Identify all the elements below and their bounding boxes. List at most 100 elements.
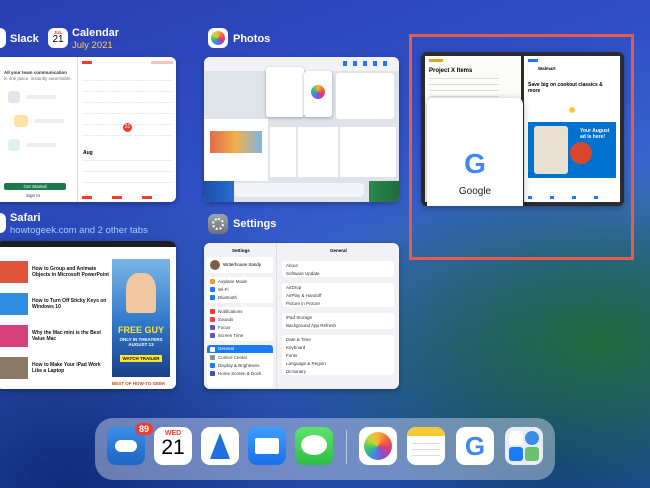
- article-row[interactable]: How to Make Your iPad Work Like a Laptop: [0, 357, 110, 379]
- poster-title: FREE GUY: [117, 325, 164, 335]
- general-item-storage[interactable]: iPad Storage: [286, 315, 312, 321]
- slack-sign-in-link[interactable]: Sign In: [26, 193, 40, 199]
- settings-item-bluetooth[interactable]: Bluetooth: [210, 295, 237, 301]
- settings-item-display[interactable]: Display & Brightness: [210, 363, 260, 369]
- selection-highlight: [409, 34, 634, 260]
- settings-sidebar-title: Settings: [232, 248, 250, 253]
- slack-title: Slack: [10, 33, 39, 45]
- general-item-airdrop[interactable]: AirDrop: [286, 285, 301, 291]
- poster-subtitle: ONLY IN THEATERS AUGUST 13: [119, 337, 163, 347]
- google-g-icon: G: [464, 431, 486, 461]
- photos-app-icon[interactable]: [208, 28, 228, 48]
- photos-window[interactable]: [204, 57, 399, 202]
- settings-detail: General About Software Update AirDrop Ai…: [278, 243, 399, 389]
- dock-notes-app[interactable]: [407, 427, 445, 465]
- mini-maps-icon: [525, 447, 539, 461]
- section-heading: BEST OF HOW-TO GEEK: [112, 381, 166, 386]
- safari-article-list: How to Group and Animate Objects in Micr…: [0, 255, 110, 385]
- safari-title: Safari: [10, 212, 41, 224]
- slack-app-icon[interactable]: [0, 28, 6, 48]
- general-item-software-update[interactable]: Software Update: [286, 271, 320, 277]
- settings-group-notify: Notifications Sounds Focus Screen Time: [207, 307, 273, 341]
- article-row[interactable]: How to Turn Off Sticky Keys on Windows 1…: [0, 293, 110, 315]
- photos-toolbar-icons: [343, 61, 393, 66]
- settings-window[interactable]: Settings Writerhouse Sandy Airplane Mode…: [204, 243, 399, 389]
- dock-divider: [346, 430, 347, 464]
- calendar-aug-label: Aug: [83, 150, 93, 156]
- general-item-about[interactable]: About: [286, 263, 298, 269]
- dock-weather-app[interactable]: 89: [107, 423, 154, 465]
- notes-icon: [407, 427, 445, 436]
- calendar-aug-grid: [82, 159, 172, 193]
- safari-app-icon[interactable]: [0, 213, 6, 233]
- article-row[interactable]: How to Group and Animate Objects in Micr…: [0, 261, 110, 283]
- general-item-date-time[interactable]: Date & Time: [286, 337, 311, 343]
- slack-get-started-button[interactable]: Get Started: [4, 183, 66, 190]
- settings-title: Settings: [233, 218, 277, 230]
- calendar-selected-day[interactable]: 21: [123, 123, 132, 132]
- slack-pane[interactable]: All your team communication in one place…: [0, 57, 76, 202]
- settings-app-icon[interactable]: [208, 214, 228, 234]
- settings-item-control-center[interactable]: Control Center: [210, 355, 247, 361]
- dock-messages-app[interactable]: [295, 427, 333, 465]
- dock-calendar-app[interactable]: WED 21: [154, 427, 192, 465]
- general-item-keyboard[interactable]: Keyboard: [286, 345, 305, 351]
- calendar-title: Calendar: [72, 27, 120, 39]
- dock-google-app[interactable]: G: [456, 427, 494, 465]
- mini-safari-icon: [525, 431, 539, 445]
- mini-mail-icon: [509, 447, 523, 461]
- chat-bubble-icon: [301, 435, 327, 455]
- settings-group-connect: Airplane Mode Wi-Fi Bluetooth: [207, 277, 273, 303]
- settings-group-general: General Control Center Display & Brightn…: [207, 345, 273, 387]
- photos-mini-dock: [234, 183, 364, 197]
- envelope-icon: [255, 438, 279, 454]
- free-guy-ad[interactable]: FREE GUY ONLY IN THEATERS AUGUST 13 WATC…: [112, 259, 170, 377]
- settings-item-sounds[interactable]: Sounds: [210, 317, 233, 323]
- calendar-subtitle: July 2021: [72, 40, 113, 51]
- settings-profile[interactable]: Writerhouse Sandy: [207, 257, 273, 273]
- dock-calendar-date: 21: [161, 436, 185, 459]
- settings-item-wifi[interactable]: Wi-Fi: [210, 287, 229, 293]
- slack-headline: All your team communication: [4, 70, 68, 75]
- slack-illustration: [8, 89, 68, 169]
- dock: 89 WED 21 G: [95, 418, 555, 480]
- safari-window[interactable]: How to Group and Animate Objects in Micr…: [0, 241, 176, 389]
- settings-user-name: Writerhouse Sandy: [223, 262, 262, 267]
- general-item-fonts[interactable]: Fonts: [286, 353, 297, 359]
- weather-cloud-icon: [115, 440, 137, 452]
- settings-item-screen-time[interactable]: Screen Time: [210, 333, 243, 339]
- settings-sidebar: Settings Writerhouse Sandy Airplane Mode…: [204, 243, 277, 389]
- general-item-dictionary[interactable]: Dictionary: [286, 369, 306, 375]
- settings-item-focus[interactable]: Focus: [210, 325, 230, 331]
- settings-item-notifications[interactable]: Notifications: [210, 309, 243, 315]
- avatar: [210, 260, 220, 270]
- dock-mail-app[interactable]: [248, 427, 286, 465]
- safari-subtitle: howtogeek.com and 2 other tabs: [10, 225, 148, 236]
- general-item-background-refresh[interactable]: Background App Refresh: [286, 323, 336, 329]
- photos-flower-icon: [364, 432, 392, 460]
- calendar-month-grid: [82, 71, 172, 146]
- mini-calendar-icon: [509, 431, 523, 445]
- settings-item-home-screen[interactable]: Home Screen & Dock: [210, 371, 261, 377]
- calendar-pane[interactable]: 21 Aug: [77, 57, 176, 202]
- slack-calendar-window[interactable]: All your team communication in one place…: [0, 57, 176, 202]
- article-row[interactable]: Why the Mac mini is the Best Value Mac: [0, 325, 110, 347]
- settings-item-general[interactable]: General: [207, 345, 273, 353]
- general-item-airplay[interactable]: AirPlay & Handoff: [286, 293, 321, 299]
- general-item-pip[interactable]: Picture in Picture: [286, 301, 320, 307]
- general-item-language[interactable]: Language & Region: [286, 361, 326, 367]
- settings-detail-title: General: [330, 248, 347, 253]
- gear-icon: [212, 218, 224, 230]
- photos-title: Photos: [233, 33, 271, 45]
- poster-trailer-button[interactable]: WATCH TRAILER: [120, 355, 162, 362]
- dock-photos-app[interactable]: [359, 427, 397, 465]
- slack-subline: in one place, instantly searchable.: [4, 76, 72, 81]
- weather-badge: 89: [135, 423, 154, 435]
- dock-spark-app[interactable]: [201, 427, 239, 465]
- settings-item-airplane[interactable]: Airplane Mode: [210, 279, 247, 285]
- dock-recent-apps-folder[interactable]: [505, 427, 543, 465]
- calendar-icon-day: 21: [52, 34, 64, 45]
- paper-plane-icon: [210, 433, 230, 459]
- photos-flower-icon: [211, 31, 225, 45]
- calendar-app-icon[interactable]: JUL 21: [48, 28, 68, 48]
